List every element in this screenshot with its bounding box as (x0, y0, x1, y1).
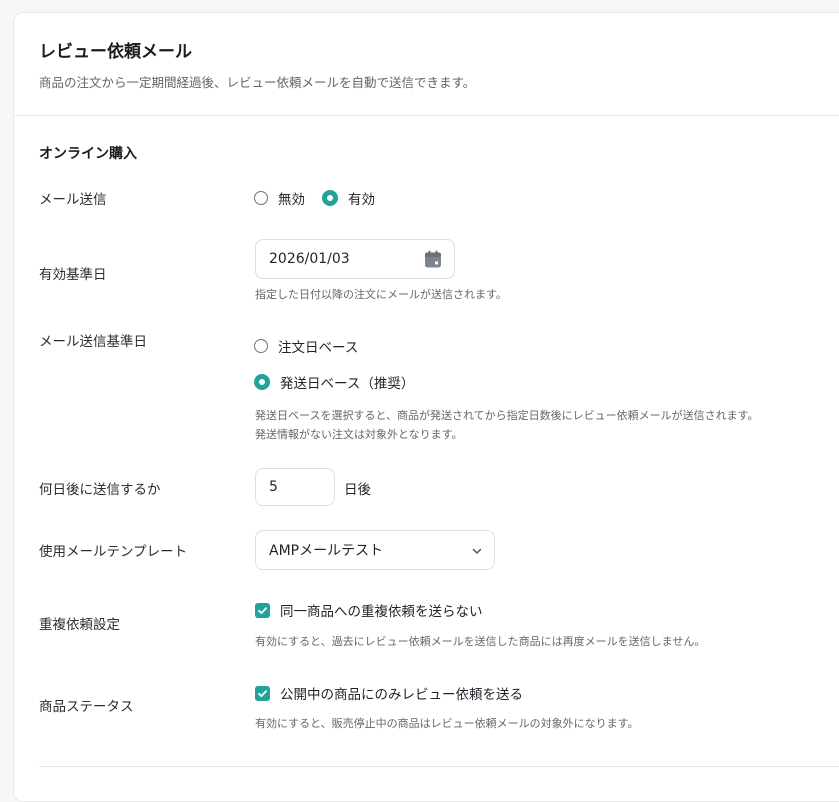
product-status-label: 商品ステータス (39, 699, 134, 715)
product-status-help: 有効にすると、販売停止中の商品はレビュー依頼メールの対象外になります。 (255, 717, 639, 730)
days-after-value: 5 (269, 479, 278, 495)
checkbox-checked[interactable] (255, 685, 270, 701)
radio-ship-date[interactable]: 発送日ベース（推奨） (254, 372, 414, 392)
radio-label: 無効 (278, 192, 305, 208)
radio-order-date[interactable]: 注文日ベース (254, 336, 358, 356)
days-after-suffix: 日後 (344, 482, 371, 498)
effective-date-help: 指定した日付以降の注文にメールが送信されます。 (255, 288, 507, 301)
check-icon (258, 689, 267, 697)
radio-button-unchecked[interactable] (254, 191, 268, 205)
product-status-checkbox-row[interactable]: 公開中の商品にのみレビュー依頼を送る (255, 683, 523, 703)
radio-label: 注文日ベース (278, 340, 359, 356)
card-header: レビュー依頼メール 商品の注文から一定期間経過後、レビュー依頼メールを自動で送信… (14, 13, 839, 116)
effective-date-label: 有効基準日 (39, 267, 107, 283)
effective-date-value: 2026/01/03 (269, 251, 350, 267)
checkbox-checked[interactable] (255, 602, 270, 618)
duplicate-help: 有効にすると、過去にレビュー依頼メールを送信した商品には再度メールを送信しません… (255, 635, 706, 648)
radio-label: 発送日ベース（推奨） (280, 376, 415, 392)
page-subtitle: 商品の注文から一定期間経過後、レビュー依頼メールを自動で送信できます。 (39, 75, 476, 90)
section-title: オンライン購入 (39, 146, 137, 162)
radio-button-unchecked[interactable] (254, 339, 268, 353)
template-select[interactable]: AMPメールテスト (255, 530, 495, 570)
effective-date-input[interactable]: 2026/01/03 (255, 239, 455, 279)
days-after-input[interactable]: 5 (255, 468, 335, 506)
bottom-divider (39, 766, 839, 767)
radio-button-checked[interactable] (254, 374, 270, 390)
base-date-label: メール送信基準日 (39, 334, 147, 350)
radio-button-checked[interactable] (322, 190, 338, 206)
duplicate-checkbox-row[interactable]: 同一商品への重複依頼を送らない (255, 600, 483, 620)
check-icon (258, 606, 267, 614)
template-selected-value: AMPメールテスト (269, 543, 384, 559)
radio-label: 有効 (348, 192, 375, 208)
settings-card: レビュー依頼メール 商品の注文から一定期間経過後、レビュー依頼メールを自動で送信… (13, 12, 839, 802)
checkbox-label: 同一商品への重複依頼を送らない (280, 604, 483, 620)
checkbox-label: 公開中の商品にのみレビュー依頼を送る (280, 687, 523, 703)
template-label: 使用メールテンプレート (39, 544, 188, 560)
calendar-icon[interactable] (423, 249, 443, 269)
chevron-down-icon[interactable] (471, 545, 483, 557)
duplicate-label: 重複依頼設定 (39, 617, 120, 633)
days-after-label: 何日後に送信するか (39, 482, 161, 498)
base-date-help-line2: 発送情報がない注文は対象外となります。 (255, 428, 463, 441)
base-date-help-line1: 発送日ベースを選択すると、商品が発送されてから指定日数後にレビュー依頼メールが送… (255, 409, 759, 422)
radio-mail-disabled[interactable]: 無効 (254, 188, 305, 208)
radio-mail-enabled[interactable]: 有効 (322, 188, 375, 208)
mail-sending-label: メール送信 (39, 192, 107, 208)
page-title: レビュー依頼メール (39, 42, 192, 62)
